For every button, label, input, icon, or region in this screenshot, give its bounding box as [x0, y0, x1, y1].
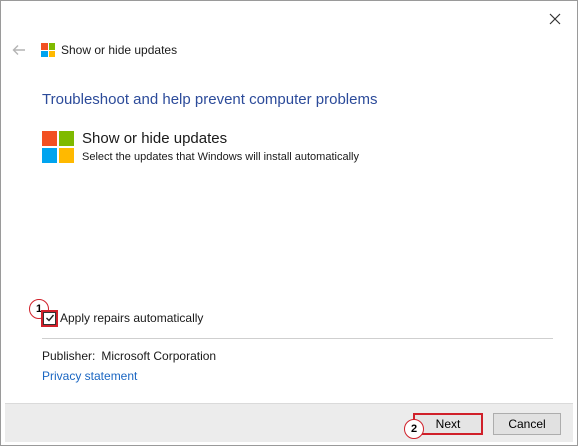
troubleshooter-window: Show or hide updates Troubleshoot and he…: [0, 0, 578, 446]
apply-repairs-option[interactable]: Apply repairs automatically: [41, 309, 204, 327]
apply-repairs-label: Apply repairs automatically: [60, 311, 204, 325]
close-button[interactable]: [545, 9, 565, 29]
checkmark-icon: [45, 314, 54, 322]
back-button[interactable]: [11, 42, 27, 58]
troubleshooter-title: Show or hide updates: [82, 130, 228, 147]
windows-logo-icon: [42, 131, 74, 163]
publisher-label: Publisher:: [42, 349, 96, 363]
windows-logo-icon: [41, 43, 55, 57]
back-arrow-icon: [12, 45, 25, 55]
apply-repairs-checkbox[interactable]: [41, 309, 58, 327]
close-icon: [549, 13, 561, 25]
divider: [42, 338, 553, 339]
cancel-button[interactable]: Cancel: [493, 413, 561, 435]
title-bar: Show or hide updates: [11, 39, 177, 61]
annotation-marker-2: 2: [404, 419, 424, 439]
privacy-statement-link[interactable]: Privacy statement: [42, 369, 137, 383]
troubleshooter-info: Show or hide updates Select the updates …: [42, 129, 359, 165]
page-heading: Troubleshoot and help prevent computer p…: [42, 91, 378, 108]
publisher-value: Microsoft Corporation: [101, 349, 217, 363]
window-title: Show or hide updates: [61, 43, 178, 57]
footer-bar: Next Cancel: [5, 403, 573, 442]
troubleshooter-description: Select the updates that Windows will ins…: [82, 151, 359, 163]
publisher-info: Publisher: Microsoft Corporation: [42, 349, 216, 363]
